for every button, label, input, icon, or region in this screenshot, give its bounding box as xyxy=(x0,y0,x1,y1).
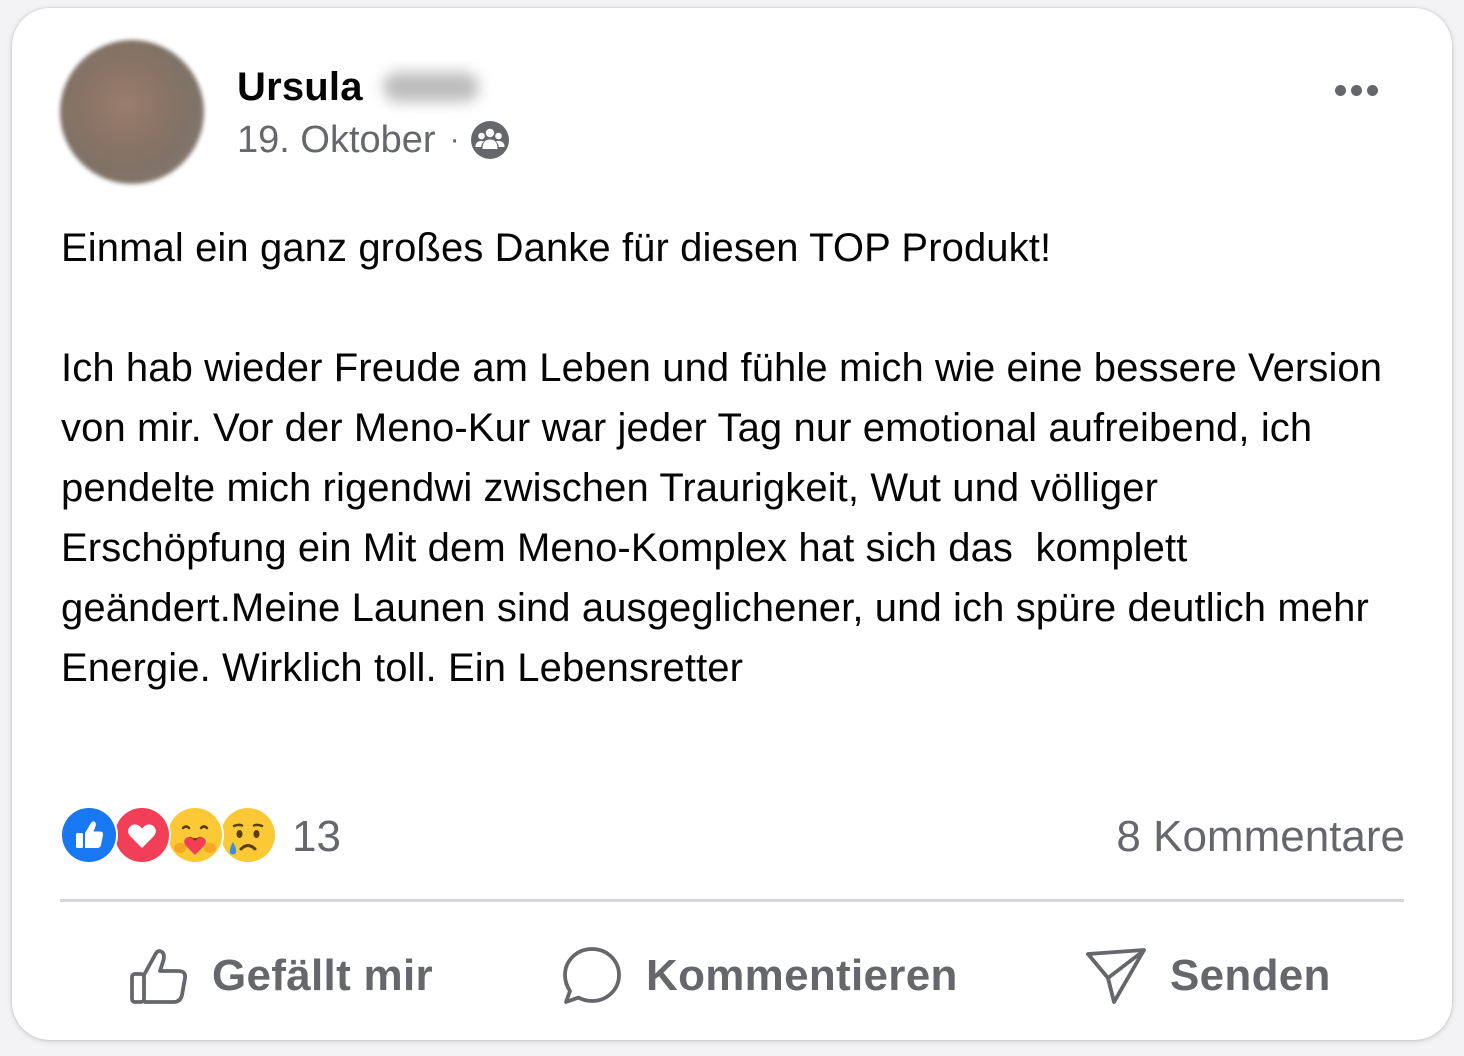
author-name[interactable]: Ursula xyxy=(237,65,363,110)
reactions-summary: 13 8 Kommentare xyxy=(60,804,1405,866)
send-button[interactable]: Senden xyxy=(1084,938,1331,1014)
send-icon xyxy=(1084,944,1148,1008)
action-divider xyxy=(60,899,1404,902)
like-button[interactable]: Gefällt mir xyxy=(128,938,433,1014)
post-meta: 19. Oktober · xyxy=(237,118,510,162)
care-reaction-icon xyxy=(166,806,224,864)
post-date[interactable]: 19. Oktober xyxy=(237,119,436,162)
thumbs-up-icon xyxy=(128,945,190,1007)
like-button-label: Gefällt mir xyxy=(212,951,433,1000)
more-options-button[interactable] xyxy=(1328,70,1384,110)
love-reaction-icon xyxy=(113,806,171,864)
send-button-label: Senden xyxy=(1170,951,1331,1000)
author-avatar[interactable] xyxy=(60,40,204,184)
comment-bubble-icon xyxy=(560,944,624,1008)
reaction-count[interactable]: 13 xyxy=(292,812,341,862)
sad-reaction-icon xyxy=(219,806,277,864)
comment-count[interactable]: 8 Kommentare xyxy=(1116,812,1405,862)
post-text: Einmal ein ganz großes Danke für diesen … xyxy=(61,226,1383,690)
meta-separator: · xyxy=(449,123,460,156)
comment-button-label: Kommentieren xyxy=(646,951,958,1000)
more-options-icon xyxy=(1334,84,1346,96)
author-row: Ursula xyxy=(237,62,479,112)
blurred-surname xyxy=(382,72,479,102)
reaction-icons[interactable] xyxy=(60,806,280,864)
group-icon xyxy=(470,120,510,160)
like-reaction-icon xyxy=(60,806,118,864)
comment-button[interactable]: Kommentieren xyxy=(560,938,958,1014)
post-card: Ursula 19. Oktober · Einmal ein ganz gro… xyxy=(12,8,1452,1040)
